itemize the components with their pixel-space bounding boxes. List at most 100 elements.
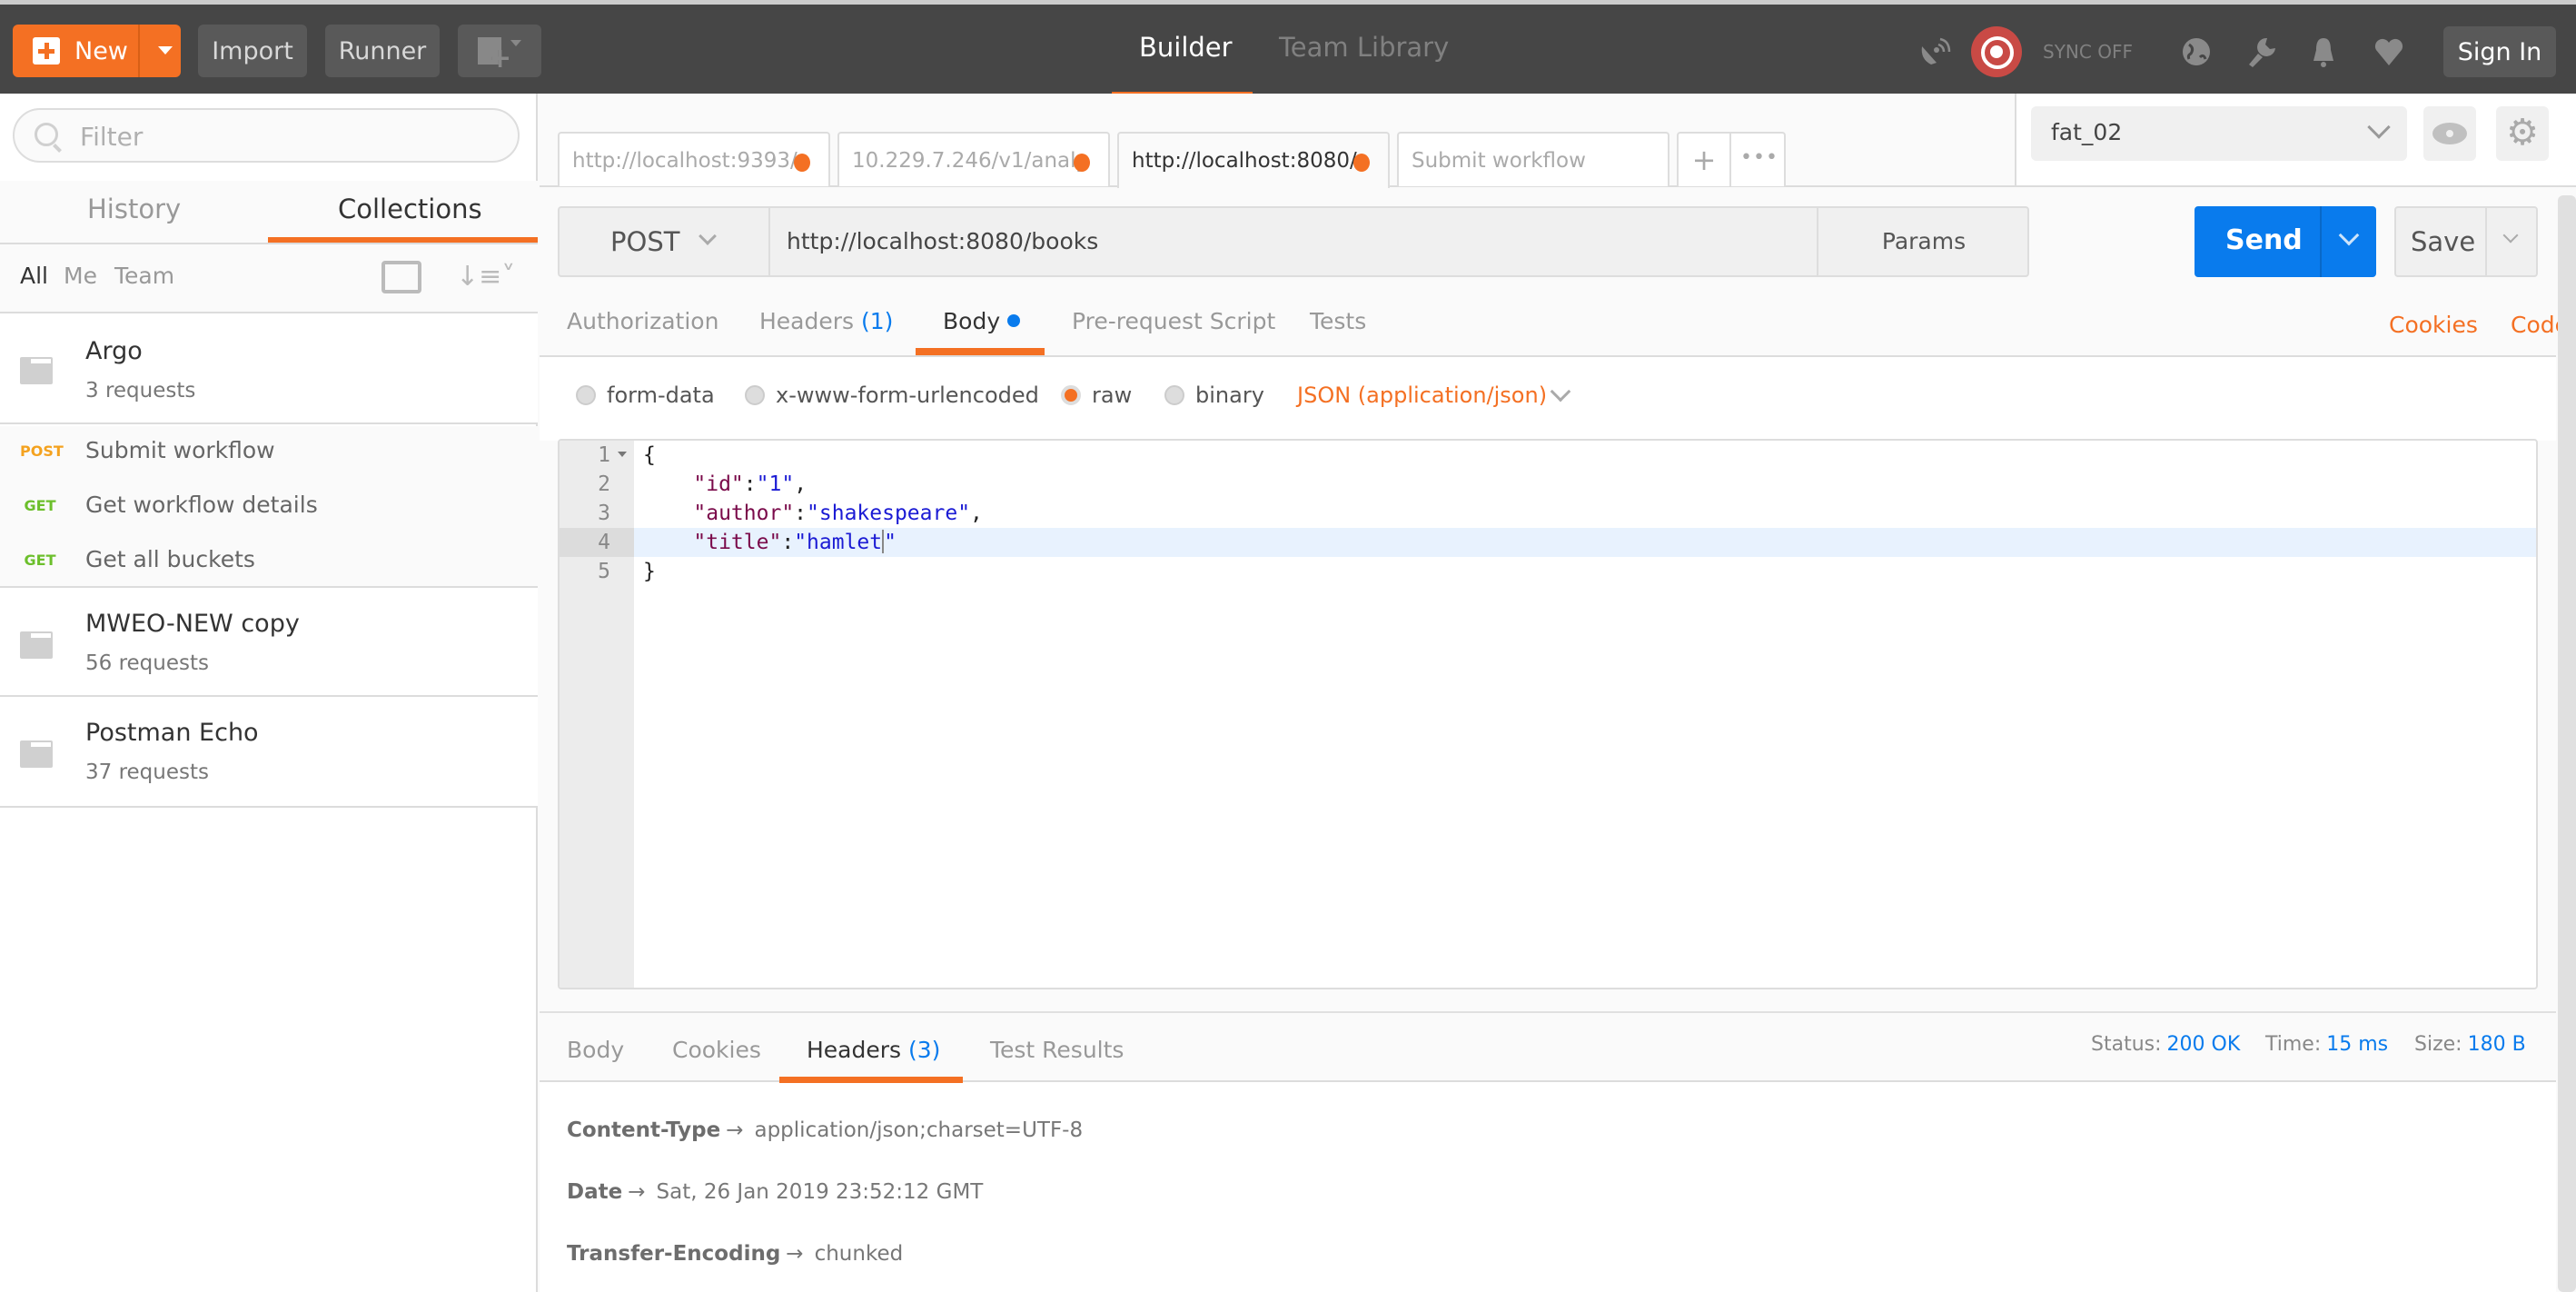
satellite-icon[interactable] (1918, 35, 1951, 68)
folder-icon (20, 631, 53, 659)
sort-icon[interactable]: ↓≡˅ (456, 261, 515, 293)
response-status: Status: 200 OK (2091, 1033, 2241, 1056)
new-button[interactable]: New (13, 25, 181, 77)
radio-circle (576, 385, 596, 405)
request-tab-label: http://localhost:9393/ (572, 149, 798, 173)
wrench-icon[interactable] (2245, 35, 2278, 68)
content-type-select[interactable]: JSON (application/json) (1297, 383, 1547, 408)
radio-raw[interactable]: raw (1061, 383, 1132, 408)
url-input[interactable] (787, 223, 1786, 259)
tab-collections[interactable]: Collections (338, 194, 482, 224)
response-tab-body[interactable]: Body (567, 1037, 624, 1063)
collection-name: Argo (85, 337, 143, 365)
radio-form-data[interactable]: form-data (576, 383, 715, 408)
environment-select[interactable]: fat_02 (2031, 106, 2407, 161)
request-item[interactable]: GET Get all buckets (0, 535, 538, 590)
request-item[interactable]: POST Submit workflow (0, 426, 538, 481)
collection-name: MWEO-NEW copy (85, 610, 300, 638)
send-button-label: Send (2225, 224, 2303, 256)
new-dropdown-caret-icon[interactable] (158, 46, 173, 55)
globe-icon[interactable] (2180, 35, 2213, 68)
main-panel: http://localhost:9393/ 10.229.7.246/v1/a… (540, 94, 2576, 1292)
request-tab[interactable]: Submit workflow (1397, 132, 1669, 186)
scrollbar[interactable] (2558, 195, 2576, 1292)
response-time: Time: 15 ms (2265, 1033, 2389, 1056)
tab-team-library[interactable]: Team Library (1279, 32, 1449, 63)
tab-builder[interactable]: Builder (1139, 32, 1233, 63)
filter-input[interactable] (80, 119, 498, 154)
new-collection-icon[interactable] (381, 261, 421, 293)
radio-x-www-form-urlencoded[interactable]: x-www-form-urlencoded (745, 383, 1039, 408)
filter-team[interactable]: Team (114, 263, 174, 289)
more-tabs-button[interactable]: ••• (1733, 134, 1786, 186)
request-tab-active[interactable]: http://localhost:8080/ (1117, 132, 1390, 188)
response-tab-cookies[interactable]: Cookies (672, 1037, 761, 1063)
new-window-button[interactable] (458, 25, 541, 77)
request-tab[interactable]: http://localhost:9393/ (558, 132, 830, 186)
body-editor[interactable]: 1 { 2 "id":"1", 3 "author":"shakespeare"… (558, 439, 2538, 989)
filter-me[interactable]: Me (64, 263, 97, 289)
eye-icon (2432, 123, 2467, 144)
request-tab-label: http://localhost:8080/ (1132, 149, 1357, 173)
radio-binary[interactable]: binary (1164, 383, 1264, 408)
params-button[interactable]: Params (1817, 208, 2029, 275)
heart-icon[interactable] (2373, 35, 2405, 68)
chevron-down-icon (2367, 115, 2391, 139)
collection-name: Postman Echo (85, 719, 259, 747)
collection-item[interactable]: Argo 3 requests (0, 313, 538, 424)
request-tab-label: Submit workflow (1412, 149, 1586, 173)
import-button[interactable]: Import (198, 25, 307, 77)
code-line: 1 { (598, 443, 656, 467)
response-tabs: Body Cookies Headers (3) Test Results St… (540, 1011, 2556, 1083)
fold-arrow-icon[interactable] (618, 452, 627, 457)
tab-history[interactable]: History (87, 194, 181, 224)
tab-pre-request-script[interactable]: Pre-request Script (1072, 308, 1275, 334)
sync-icon[interactable] (1971, 26, 2022, 77)
add-tab-button[interactable]: + (1679, 134, 1731, 186)
manage-environments-button[interactable]: ⚙ (2496, 106, 2549, 161)
radio-circle (745, 385, 765, 405)
collection-filters: All Me Team ↓≡˅ (0, 244, 538, 313)
code-line-active: 4 "title":"hamlet" (560, 528, 2536, 557)
sidebar: History Collections All Me Team ↓≡˅ Argo… (0, 94, 538, 1292)
unsaved-dot-icon (1074, 154, 1090, 172)
gear-icon: ⚙ (2506, 112, 2539, 154)
method-value: POST (610, 226, 680, 257)
method-select[interactable]: POST (560, 208, 770, 275)
send-button[interactable]: Send (2195, 206, 2376, 277)
runner-button[interactable]: Runner (325, 25, 440, 77)
tab-tests[interactable]: Tests (1310, 308, 1366, 334)
tab-body[interactable]: Body (943, 308, 1021, 334)
collection-count: 3 requests (85, 379, 196, 403)
method-badge: POST (20, 442, 64, 460)
caret-down-icon (510, 39, 521, 46)
bell-icon[interactable] (2307, 35, 2340, 68)
cookies-link[interactable]: Cookies (2389, 312, 2478, 338)
request-tab-bar: http://localhost:9393/ 10.229.7.246/v1/a… (540, 94, 2015, 188)
response-tab-headers[interactable]: Headers (3) (807, 1037, 940, 1063)
filter-all[interactable]: All (20, 263, 48, 289)
plus-icon (33, 37, 60, 65)
request-tab-label: 10.229.7.246/v1/analy (852, 149, 1089, 173)
save-options-chevron-icon[interactable] (2502, 227, 2519, 243)
save-button[interactable]: Save (2394, 206, 2538, 277)
tab-headers[interactable]: Headers (1) (759, 308, 893, 334)
tab-authorization[interactable]: Authorization (567, 308, 718, 334)
collection-item[interactable]: MWEO-NEW copy 56 requests (0, 586, 538, 697)
send-options-chevron-icon[interactable] (2338, 224, 2360, 246)
collection-item[interactable]: Postman Echo 37 requests (0, 697, 538, 808)
request-item[interactable]: GET Get workflow details (0, 481, 538, 535)
request-tab[interactable]: 10.229.7.246/v1/analy (837, 132, 1110, 186)
tab-actions: + ••• (1677, 132, 1786, 186)
sync-status[interactable]: SYNC OFF (2043, 41, 2133, 63)
code-line: 3 "author":"shakespeare", (598, 502, 983, 525)
sign-in-button[interactable]: Sign In (2443, 26, 2556, 77)
response-header-row: Date → Sat, 26 Jan 2019 23:52:12 GMT (567, 1180, 984, 1204)
active-tab-indicator (779, 1077, 963, 1083)
request-name: Get all buckets (85, 546, 255, 572)
environment-selected: fat_02 (2051, 119, 2123, 145)
new-window-icon (478, 37, 511, 75)
chevron-down-icon[interactable] (1550, 381, 1571, 403)
response-tab-test-results[interactable]: Test Results (990, 1037, 1124, 1063)
environment-quick-look-button[interactable] (2423, 106, 2476, 161)
